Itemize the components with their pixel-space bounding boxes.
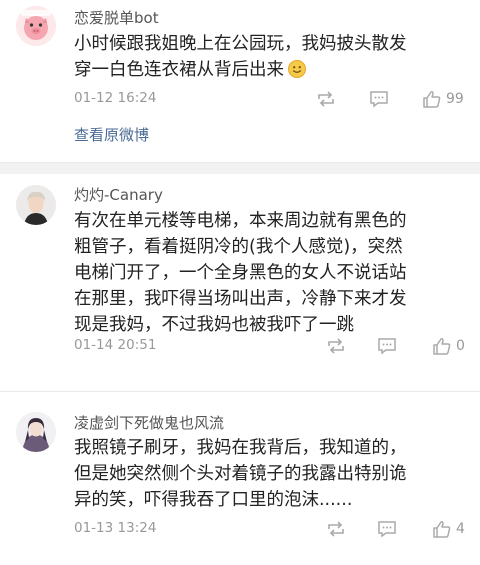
repost-button[interactable] bbox=[316, 88, 336, 110]
repost-icon bbox=[318, 91, 334, 107]
comment-text: 小时候跟我姐晚上在公园玩，我妈披头散发 穿一白色连衣裙从背后出来 bbox=[74, 34, 407, 80]
username[interactable]: 凌虚剑下死做鬼也风流 bbox=[74, 412, 224, 433]
like-count: 0 bbox=[456, 338, 465, 354]
thumbs-up-icon bbox=[433, 521, 451, 538]
comment-meta: 01-14 20:51 0 bbox=[74, 335, 480, 357]
like-count: 99 bbox=[446, 91, 464, 107]
pig-avatar-icon bbox=[16, 6, 56, 46]
avatar[interactable] bbox=[16, 6, 56, 46]
repost-icon bbox=[328, 338, 344, 354]
like-button[interactable]: 99 bbox=[422, 88, 464, 110]
like-button[interactable]: 4 bbox=[432, 518, 465, 540]
comment-icon bbox=[378, 521, 396, 538]
smile-emoji-icon bbox=[288, 60, 306, 78]
comment-meta: 01-12 16:24 99 bbox=[74, 88, 480, 110]
like-button[interactable]: 0 bbox=[432, 335, 465, 357]
user-photo-avatar-icon bbox=[16, 185, 56, 225]
comment-meta: 01-13 13:24 4 bbox=[74, 518, 480, 540]
like-count: 4 bbox=[456, 521, 465, 537]
username[interactable]: 恋爱脱单bot bbox=[74, 7, 159, 28]
avatar[interactable] bbox=[16, 185, 56, 225]
repost-button[interactable] bbox=[326, 518, 346, 540]
thumbs-up-icon bbox=[423, 91, 441, 108]
timestamp: 01-13 13:24 bbox=[74, 520, 157, 536]
repost-icon bbox=[328, 521, 344, 537]
comment-button[interactable] bbox=[377, 335, 397, 357]
comment-icon bbox=[370, 91, 388, 108]
comment-icon bbox=[378, 338, 396, 355]
comment-text: 我照镜子刷牙，我妈在我背后，我知道的， 但是她突然侧个头对着镜子的我露出特别诡 … bbox=[74, 438, 407, 510]
comment-item: 凌虚剑下死做鬼也风流 我照镜子刷牙，我妈在我背后，我知道的， 但是她突然侧个头对… bbox=[0, 392, 480, 565]
anime-avatar-icon bbox=[16, 412, 56, 452]
avatar[interactable] bbox=[16, 412, 56, 452]
comment-item: 恋爱脱单bot 小时候跟我姐晚上在公园玩，我妈披头散发 穿一白色连衣裙从背后出来… bbox=[0, 0, 480, 162]
username[interactable]: 灼灼-Canary bbox=[74, 184, 163, 205]
comment-button[interactable] bbox=[377, 518, 397, 540]
comment-text: 有次在单元楼等电梯，本来周边就有黑色的 粗管子，看着挺阴冷的(我个人感觉)，突然… bbox=[74, 211, 407, 335]
thumbs-up-icon bbox=[433, 338, 451, 355]
timestamp: 01-14 20:51 bbox=[74, 337, 157, 353]
comment-button[interactable] bbox=[369, 88, 389, 110]
view-original-link[interactable]: 查看原微博 bbox=[74, 124, 149, 145]
timestamp: 01-12 16:24 bbox=[74, 90, 157, 106]
repost-button[interactable] bbox=[326, 335, 346, 357]
comment-item: 灼灼-Canary 有次在单元楼等电梯，本来周边就有黑色的 粗管子，看着挺阴冷的… bbox=[0, 174, 480, 391]
section-divider bbox=[0, 162, 480, 174]
